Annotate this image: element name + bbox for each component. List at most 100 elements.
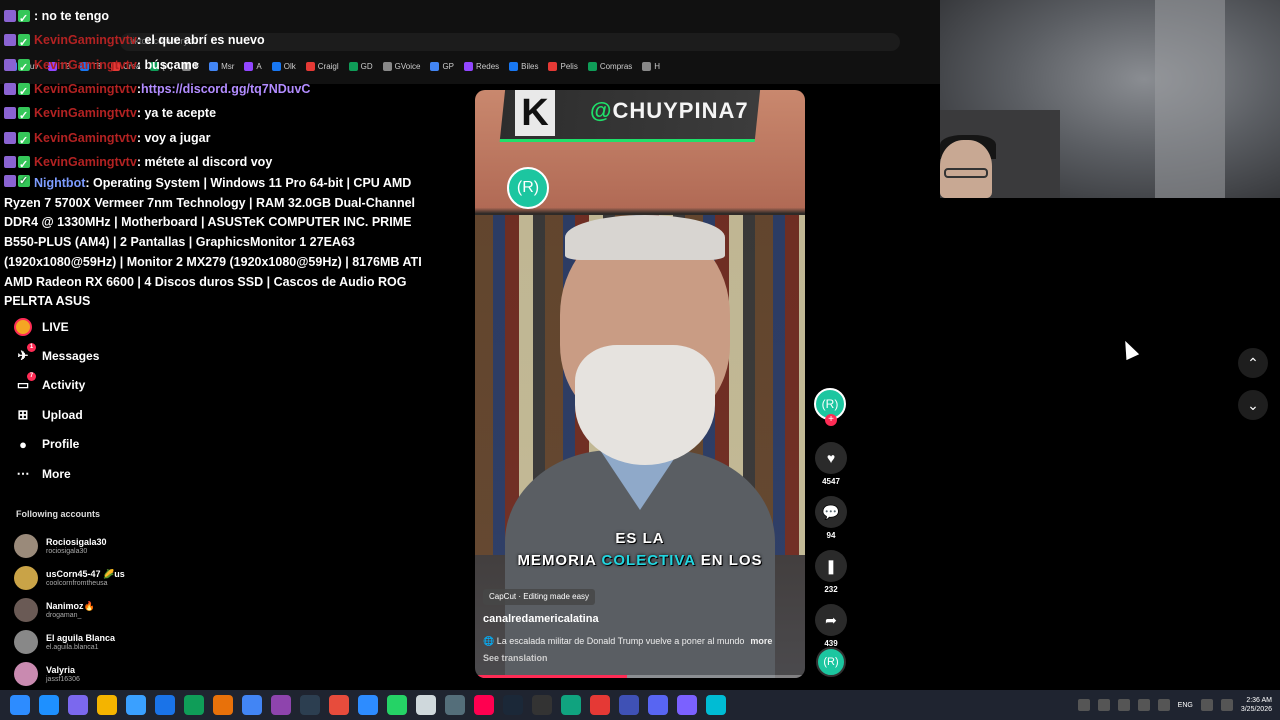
- video-player[interactable]: K @CHUYPINA7 (R) ES LA MEMORIA COLECTIVA…: [475, 90, 805, 678]
- tray-icon[interactable]: [1117, 699, 1130, 711]
- taskbar-app-icon[interactable]: [213, 695, 233, 715]
- music-disc-icon[interactable]: (R): [816, 647, 846, 677]
- chat-message: KevinGamingtvtv: el que abrí es nuevo: [4, 28, 424, 55]
- see-translation-link[interactable]: See translation: [483, 653, 548, 663]
- k-logo: K: [515, 90, 555, 136]
- sidebar-nav: LIVE ✈ 1 Messages ▭ 7 Activity ⊞ Upload ● Profile ⋯…: [14, 312, 99, 488]
- more-link[interactable]: more: [750, 636, 772, 646]
- tray-icon[interactable]: [1077, 699, 1090, 711]
- bookmark-item[interactable]: H: [642, 61, 660, 71]
- taskbar-app-icon[interactable]: [590, 695, 610, 715]
- tray-icon[interactable]: [1137, 699, 1150, 711]
- live-icon: [14, 317, 32, 336]
- language-indicator[interactable]: ENG: [1178, 702, 1193, 709]
- chat-text: : Operating System | Windows 11 Pro 64-b…: [4, 176, 422, 309]
- notification-badge: 7: [27, 372, 36, 382]
- share-icon[interactable]: ➦: [815, 604, 847, 636]
- avatar: [14, 566, 38, 590]
- taskbar-app-icon[interactable]: [706, 695, 726, 715]
- taskbar-app-icon[interactable]: [155, 695, 175, 715]
- account-name: Rociosigala30: [46, 536, 107, 547]
- chat-username: KevinGamingtvtv: [34, 33, 137, 48]
- video-description: 🌐 La escalada militar de Donald Trump vu…: [483, 636, 773, 646]
- avatar: [14, 630, 38, 654]
- taskbar-app-icon[interactable]: [416, 695, 436, 715]
- taskbar-app-icon[interactable]: [184, 695, 204, 715]
- subtitle-line-2: MEMORIA COLECTIVA EN LOS: [517, 552, 763, 569]
- sidebar-item-label: Upload: [42, 407, 83, 422]
- taskbar-app-icon[interactable]: [126, 695, 146, 715]
- taskbar-app-icon[interactable]: [242, 695, 262, 715]
- taskbar-app-icon[interactable]: [503, 695, 523, 715]
- taskbar-app-icon[interactable]: [619, 695, 639, 715]
- account-name: Nanimoz🔥: [46, 600, 95, 611]
- sidebar-item-live[interactable]: LIVE: [14, 312, 99, 341]
- bookmark-icon[interactable]: ❚: [815, 550, 847, 582]
- windows-start-icon[interactable]: [10, 695, 30, 715]
- more-icon: ⋯: [16, 465, 30, 481]
- clock[interactable]: 2:36 AM 3/25/2026: [1241, 696, 1272, 714]
- microphone-icon[interactable]: [1157, 699, 1170, 711]
- video-progress-bar[interactable]: [475, 675, 805, 678]
- follow-plus-icon[interactable]: +: [825, 414, 837, 426]
- comment-icon[interactable]: 💬: [815, 496, 847, 528]
- taskbar-app-icon[interactable]: [300, 695, 320, 715]
- subtitle-line-1: ES LA: [615, 530, 665, 547]
- chat-message: KevinGamingtvtv: ya te acepte: [4, 101, 424, 128]
- messages-icon: ✈ 1: [14, 343, 36, 365]
- bookmark-item[interactable]: GP: [430, 61, 454, 71]
- creator-avatar[interactable]: (R) +: [814, 388, 846, 426]
- sidebar-item-label: More: [42, 466, 71, 481]
- bookmark-item[interactable]: Biles: [509, 61, 538, 71]
- avatar: [14, 534, 38, 558]
- tray-icon[interactable]: [1097, 699, 1110, 711]
- heart-icon[interactable]: ♥: [815, 442, 847, 474]
- taskbar-app-icon[interactable]: [97, 695, 117, 715]
- taskbar-app-icon[interactable]: [329, 695, 349, 715]
- bookmark-item[interactable]: Redes: [464, 61, 499, 71]
- previous-video-button[interactable]: ⌃: [1238, 348, 1268, 378]
- profile-icon: ●: [19, 436, 27, 452]
- volume-icon[interactable]: [1220, 699, 1233, 711]
- account-name: usCorn45-47 🌽us: [46, 568, 125, 579]
- next-video-button[interactable]: ⌄: [1238, 390, 1268, 420]
- activity-icon: ▭ 7: [14, 372, 36, 394]
- sidebar-item-more[interactable]: ⋯ More: [14, 459, 99, 488]
- like-count: 4547: [822, 477, 840, 486]
- following-account[interactable]: El aguila Blanca el.aguila.blanca1: [14, 626, 125, 658]
- network-icon[interactable]: [1200, 699, 1213, 711]
- bookmark-item[interactable]: Pelis: [548, 61, 578, 71]
- account-handle: coolcornfromtheusa: [46, 579, 108, 587]
- following-account[interactable]: Rociosigala30 rociosigala30: [14, 530, 125, 562]
- sidebar-item-upload[interactable]: ⊞ Upload: [14, 400, 99, 429]
- bookmark-item[interactable]: Compras: [587, 61, 632, 71]
- following-account[interactable]: Nanimoz🔥 drogaman_: [14, 594, 125, 626]
- chat-message: KevinGamingtvtv: voy a jugar: [4, 125, 424, 153]
- taskbar-app-icon[interactable]: [677, 695, 697, 715]
- sidebar-item-profile[interactable]: ● Profile: [14, 430, 99, 459]
- taskbar-app-icon[interactable]: [561, 695, 581, 715]
- chat-link[interactable]: https://discord.gg/tq7NDuvC: [141, 77, 310, 101]
- sidebar-item-messages[interactable]: ✈ 1 Messages: [14, 341, 99, 370]
- following-accounts-list: Rociosigala30 rociosigala30 usCorn45-47 🌽u…: [14, 530, 125, 690]
- bookmark-icon: [642, 61, 652, 71]
- system-tray: ENG 2:36 AM 3/25/2026: [1077, 690, 1272, 720]
- video-author[interactable]: canalredamericalatina: [483, 613, 599, 625]
- following-account[interactable]: Valyria jassf16306: [14, 658, 125, 690]
- taskbar-app-icon[interactable]: [39, 695, 59, 715]
- account-name: Valyria: [46, 664, 76, 675]
- sidebar-item-activity[interactable]: ▭ 7 Activity: [14, 371, 99, 400]
- chat-username: KevinGamingtvtv: [34, 82, 137, 97]
- chat-username: Nightbot: [34, 176, 86, 191]
- following-account[interactable]: usCorn45-47 🌽us coolcornfromtheusa: [14, 562, 125, 594]
- taskbar-app-icon[interactable]: [532, 695, 552, 715]
- taskbar-app-icon[interactable]: [648, 695, 668, 715]
- taskbar-app-icon[interactable]: [474, 695, 494, 715]
- taskbar-app-icon[interactable]: [387, 695, 407, 715]
- taskbar-app-icon[interactable]: [358, 695, 378, 715]
- taskbar-app-icon[interactable]: [68, 695, 88, 715]
- chat-username: KevinGamingtvtv: [34, 57, 137, 72]
- taskbar-app-icon[interactable]: [271, 695, 291, 715]
- capcut-tag[interactable]: CapCut · Editing made easy: [483, 589, 596, 605]
- taskbar-app-icon[interactable]: [445, 695, 465, 715]
